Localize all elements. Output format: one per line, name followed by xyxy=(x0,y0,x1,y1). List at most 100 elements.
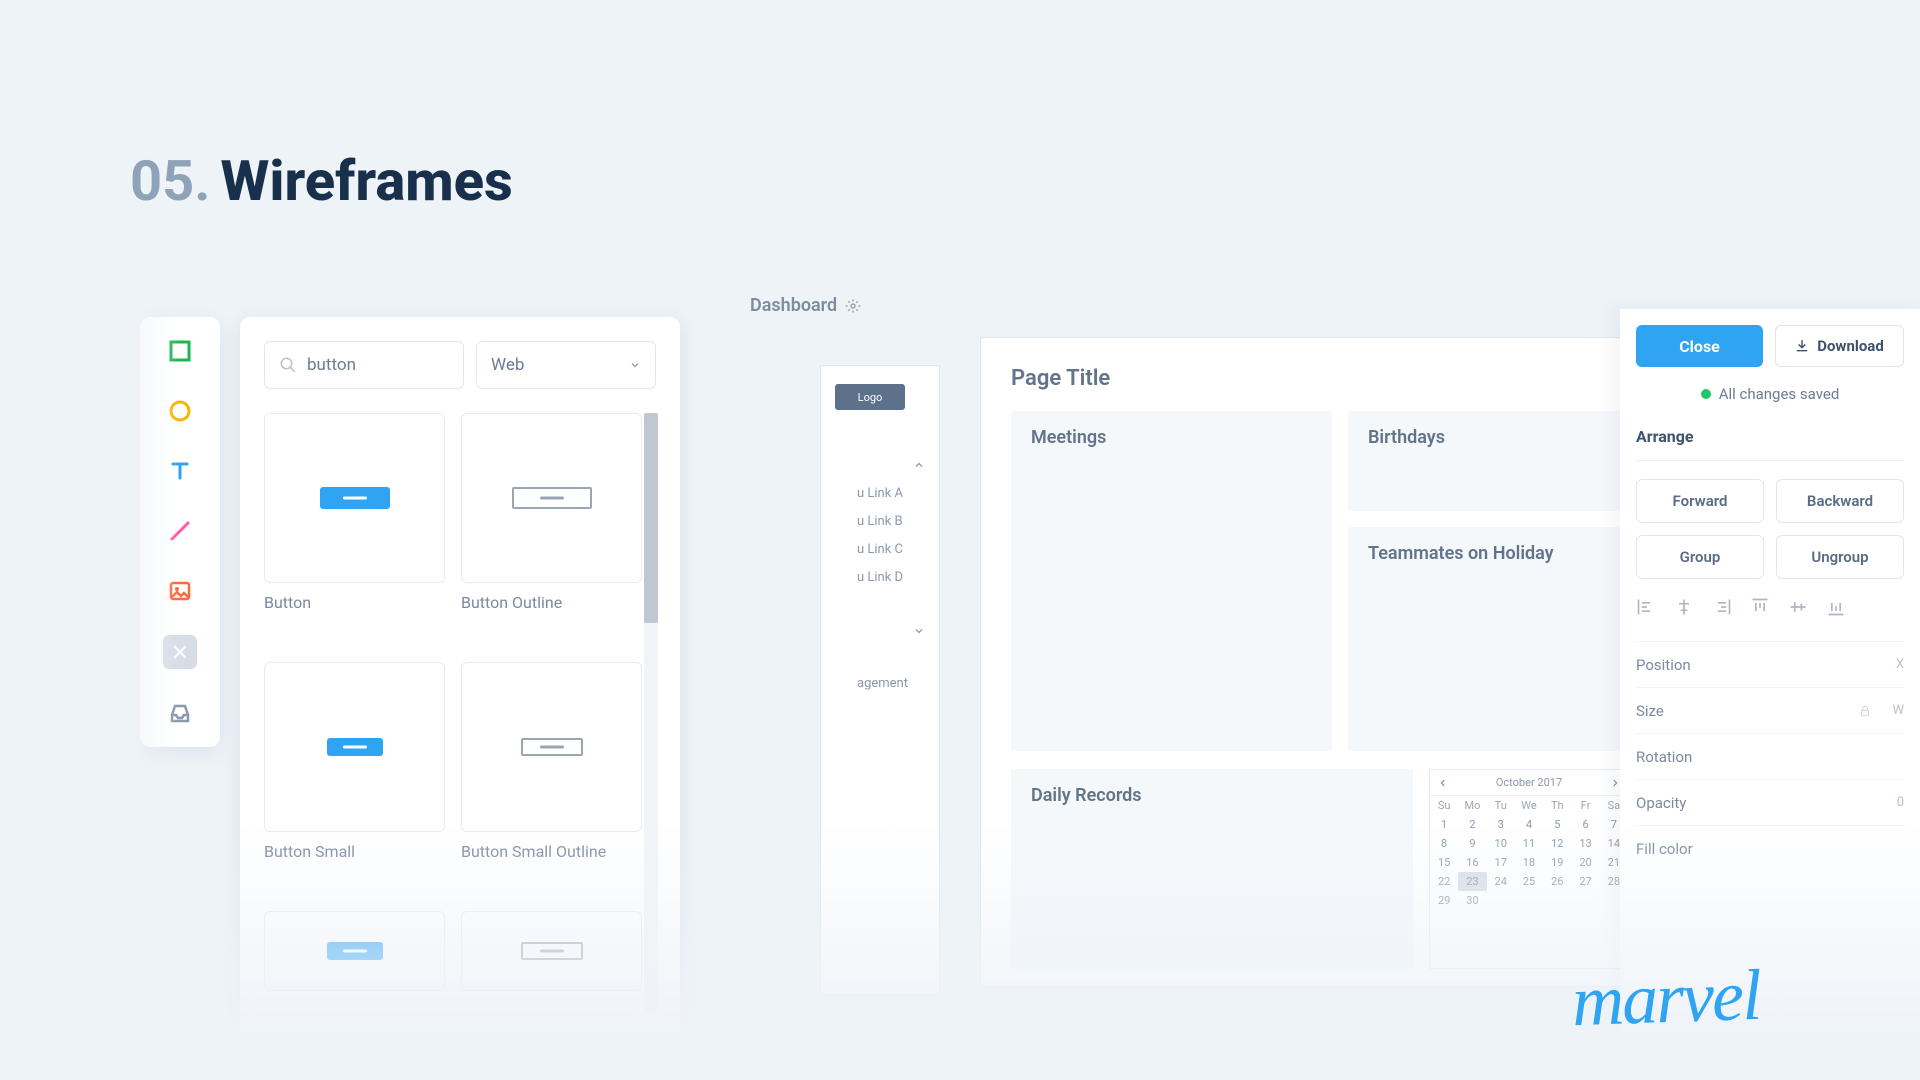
opacity-label: Opacity xyxy=(1636,794,1686,812)
close-button[interactable]: Close xyxy=(1636,325,1763,367)
fill-label: Fill color xyxy=(1636,840,1693,858)
cal-day-cell[interactable]: 2 xyxy=(1458,815,1486,834)
position-row: Position X xyxy=(1636,641,1904,687)
download-label: Download xyxy=(1817,337,1884,355)
position-val[interactable]: X xyxy=(1896,657,1904,672)
component-label: Button Outline xyxy=(461,593,642,612)
cal-day-cell[interactable]: 29 xyxy=(1430,891,1458,910)
disabled-tool-icon xyxy=(163,635,197,669)
slide-title: 05.Wireframes xyxy=(130,148,513,214)
main-wireframe-frame[interactable]: Page Title Meetings Birthdays Teammates … xyxy=(980,337,1660,987)
menu-accordion-toggle[interactable] xyxy=(835,450,925,480)
component-item-extra[interactable] xyxy=(264,911,445,1023)
opacity-row: Opacity 0 xyxy=(1636,779,1904,825)
size-row: Size W xyxy=(1636,687,1904,733)
chevron-left-icon[interactable] xyxy=(1438,778,1448,788)
download-icon xyxy=(1795,339,1809,353)
component-item-extra[interactable] xyxy=(461,911,642,1023)
rectangle-tool-icon[interactable] xyxy=(164,335,196,367)
cal-day-cell[interactable]: 30 xyxy=(1458,891,1486,910)
cal-day-cell[interactable]: 6 xyxy=(1571,815,1599,834)
download-button[interactable]: Download xyxy=(1775,325,1904,367)
image-tool-icon[interactable] xyxy=(164,575,196,607)
status-text: All changes saved xyxy=(1719,385,1840,403)
cal-day-cell[interactable]: 10 xyxy=(1487,834,1515,853)
menu-link[interactable]: u Link D xyxy=(857,564,925,592)
backward-button[interactable]: Backward xyxy=(1776,479,1904,523)
cal-day-cell[interactable]: 4 xyxy=(1515,815,1543,834)
cal-day-cell[interactable]: 9 xyxy=(1458,834,1486,853)
menu-link[interactable]: u Link A xyxy=(857,480,925,508)
gear-icon[interactable] xyxy=(845,298,861,314)
cal-day-cell[interactable]: 13 xyxy=(1571,834,1599,853)
menu-link[interactable]: u Link C xyxy=(857,536,925,564)
cal-day-cell[interactable]: 24 xyxy=(1487,872,1515,891)
cal-day-cell[interactable]: 26 xyxy=(1543,872,1571,891)
rotation-row: Rotation xyxy=(1636,733,1904,779)
cal-day-cell[interactable]: 15 xyxy=(1430,853,1458,872)
search-value: button xyxy=(307,355,356,375)
align-center-v-icon[interactable] xyxy=(1788,597,1808,617)
arrange-section-title: Arrange xyxy=(1636,427,1904,461)
component-label: Button Small xyxy=(264,842,445,861)
component-item-button-small-outline[interactable]: Button Small Outline xyxy=(461,662,642,893)
page-title: Page Title xyxy=(1011,366,1629,391)
size-val[interactable]: W xyxy=(1892,703,1904,718)
search-icon xyxy=(279,356,297,374)
cal-day-cell[interactable]: 18 xyxy=(1515,853,1543,872)
group-button[interactable]: Group xyxy=(1636,535,1764,579)
ungroup-button[interactable]: Ungroup xyxy=(1776,535,1904,579)
cal-day-head: Th xyxy=(1543,796,1571,815)
sidebar-wireframe[interactable]: Logo u Link A u Link B u Link C u Link D xyxy=(820,365,940,995)
cal-day-cell[interactable]: 20 xyxy=(1571,853,1599,872)
cal-day-cell[interactable]: 1 xyxy=(1430,815,1458,834)
cal-day-cell[interactable]: 22 xyxy=(1430,872,1458,891)
meetings-widget[interactable]: Meetings xyxy=(1011,411,1332,751)
align-left-icon[interactable] xyxy=(1636,597,1656,617)
slide-title-text: Wireframes xyxy=(221,148,513,214)
cal-day-cell[interactable]: 17 xyxy=(1487,853,1515,872)
cal-day-cell[interactable]: 11 xyxy=(1515,834,1543,853)
align-center-h-icon[interactable] xyxy=(1674,597,1694,617)
chevron-right-icon[interactable] xyxy=(1610,778,1620,788)
cal-day-cell[interactable]: 8 xyxy=(1430,834,1458,853)
align-bottom-icon[interactable] xyxy=(1826,597,1846,617)
menu-accordion-toggle[interactable] xyxy=(835,616,925,646)
cal-day-cell[interactable]: 19 xyxy=(1543,853,1571,872)
cal-day-cell[interactable]: 3 xyxy=(1487,815,1515,834)
circle-tool-icon[interactable] xyxy=(164,395,196,427)
cal-day-cell[interactable]: 12 xyxy=(1543,834,1571,853)
component-scrollbar[interactable] xyxy=(644,413,658,1013)
birthdays-widget[interactable]: Birthdays xyxy=(1348,411,1629,511)
chevron-down-icon xyxy=(913,625,925,637)
line-tool-icon[interactable] xyxy=(164,515,196,547)
dropdown-value: Web xyxy=(491,355,524,375)
cal-day-cell[interactable]: 5 xyxy=(1543,815,1571,834)
align-top-icon[interactable] xyxy=(1750,597,1770,617)
menu-link[interactable]: u Link B xyxy=(857,508,925,536)
left-toolbar xyxy=(140,317,220,747)
cal-day-cell[interactable]: 16 xyxy=(1458,853,1486,872)
status-dot-icon xyxy=(1701,389,1711,399)
opacity-val[interactable]: 0 xyxy=(1897,795,1904,810)
component-item-button-outline[interactable]: Button Outline xyxy=(461,413,642,644)
align-right-icon[interactable] xyxy=(1712,597,1732,617)
text-tool-icon[interactable] xyxy=(164,455,196,487)
component-item-button[interactable]: Button xyxy=(264,413,445,644)
forward-button[interactable]: Forward xyxy=(1636,479,1764,523)
platform-dropdown[interactable]: Web xyxy=(476,341,656,389)
component-search-input[interactable]: button xyxy=(264,341,464,389)
lock-icon[interactable] xyxy=(1858,704,1872,718)
cal-day-cell[interactable]: 25 xyxy=(1515,872,1543,891)
inbox-tool-icon[interactable] xyxy=(164,697,196,729)
teammates-widget[interactable]: Teammates on Holiday xyxy=(1348,527,1629,751)
cal-day-head: Fr xyxy=(1571,796,1599,815)
component-item-button-small[interactable]: Button Small xyxy=(264,662,445,893)
frame-title[interactable]: Dashboard xyxy=(750,295,861,316)
daily-records-widget[interactable]: Daily Records xyxy=(1011,769,1413,969)
cal-day-cell[interactable]: 23 xyxy=(1458,872,1486,891)
menu-link[interactable]: agement xyxy=(835,676,925,691)
save-status: All changes saved xyxy=(1636,385,1904,403)
calendar-widget[interactable]: October 2017 SuMoTuWeThFrSa1234567891011… xyxy=(1429,769,1629,969)
cal-day-cell[interactable]: 27 xyxy=(1571,872,1599,891)
